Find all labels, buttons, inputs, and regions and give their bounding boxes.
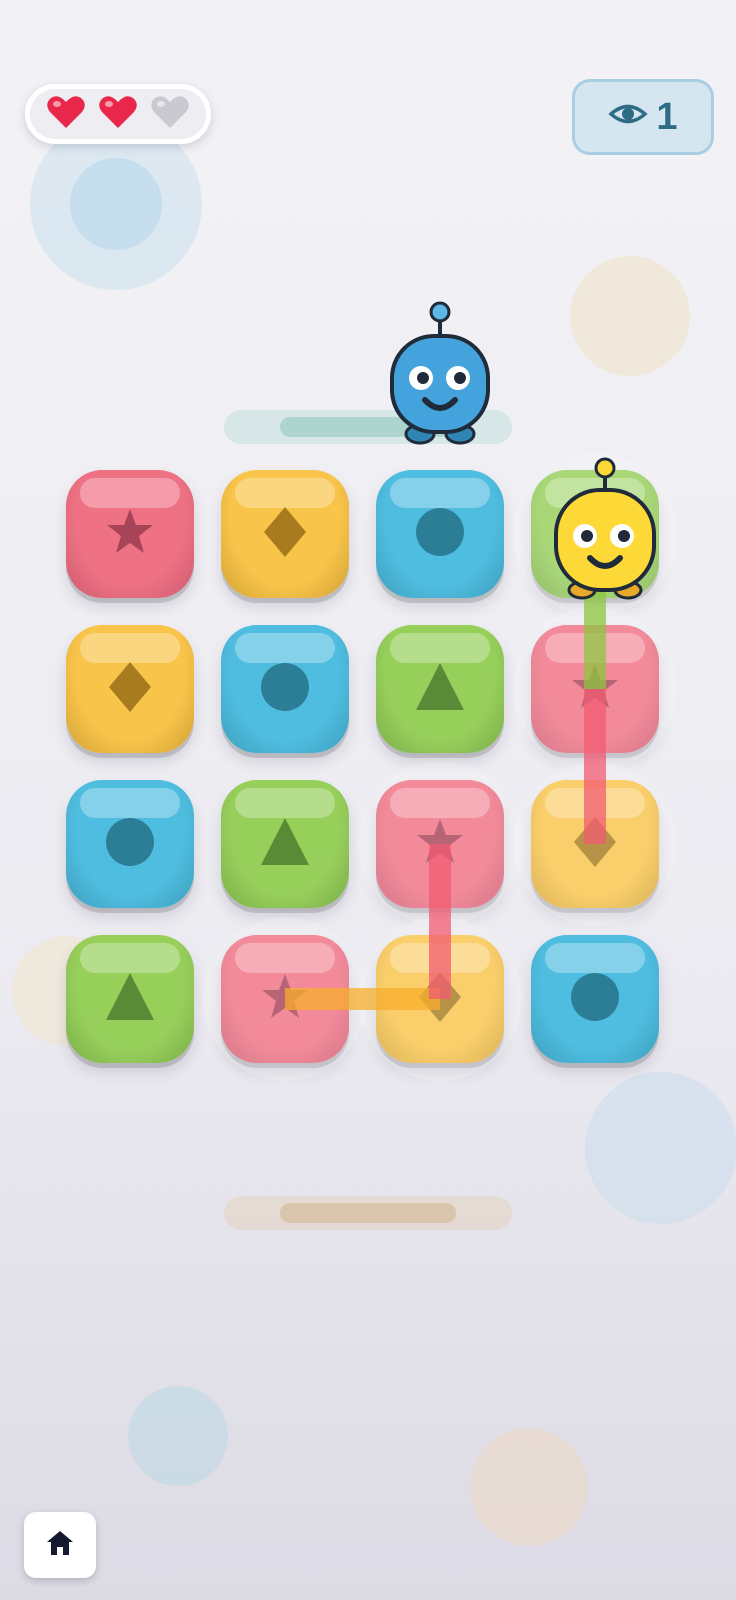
diamond-icon [103, 660, 157, 719]
heart-empty-icon [150, 94, 190, 135]
home-button[interactable] [24, 1512, 96, 1578]
eye-icon [608, 96, 649, 139]
triangle-icon [103, 970, 157, 1029]
triangle-icon [258, 815, 312, 874]
home-icon [45, 1528, 75, 1563]
circle-icon [258, 660, 312, 719]
blue-robot[interactable] [385, 300, 495, 452]
tile-blue-circle[interactable] [66, 780, 194, 908]
heart-full-icon [98, 94, 138, 135]
star-icon [258, 970, 312, 1029]
goal-pad-inner [280, 1203, 456, 1223]
circle-icon [413, 505, 467, 564]
circle-icon [568, 970, 622, 1029]
tile-green-triangle[interactable] [376, 625, 504, 753]
tile-red-star[interactable] [66, 470, 194, 598]
background-bubble [585, 1072, 736, 1224]
tile-yellow-diamond[interactable] [66, 625, 194, 753]
diamond-icon [413, 970, 467, 1029]
star-icon [568, 660, 622, 719]
heart-full-icon [46, 94, 86, 135]
tile-yellow-diamond[interactable] [221, 470, 349, 598]
hint-button[interactable]: 1 [572, 79, 714, 155]
triangle-icon [413, 660, 467, 719]
tile-blue-circle[interactable] [376, 470, 504, 598]
yellow-robot[interactable] [550, 456, 660, 608]
tile-green-triangle[interactable] [221, 780, 349, 908]
star-icon [103, 505, 157, 564]
diamond-icon [258, 505, 312, 564]
tile-yellow-diamond[interactable] [531, 780, 659, 908]
hint-count: 1 [656, 95, 678, 138]
star-icon [413, 815, 467, 874]
diamond-icon [568, 815, 622, 874]
tile-green-triangle[interactable] [66, 935, 194, 1063]
tile-yellow-diamond[interactable] [376, 935, 504, 1063]
tile-blue-circle[interactable] [531, 935, 659, 1063]
background-bubble [70, 158, 162, 250]
background-bubble [570, 256, 690, 376]
tile-red-star[interactable] [376, 780, 504, 908]
lives-panel [25, 84, 211, 144]
circle-icon [103, 815, 157, 874]
tile-red-star[interactable] [221, 935, 349, 1063]
tile-blue-circle[interactable] [221, 625, 349, 753]
background-bubble [128, 1386, 228, 1486]
background-bubble [470, 1428, 588, 1546]
tile-red-star[interactable] [531, 625, 659, 753]
